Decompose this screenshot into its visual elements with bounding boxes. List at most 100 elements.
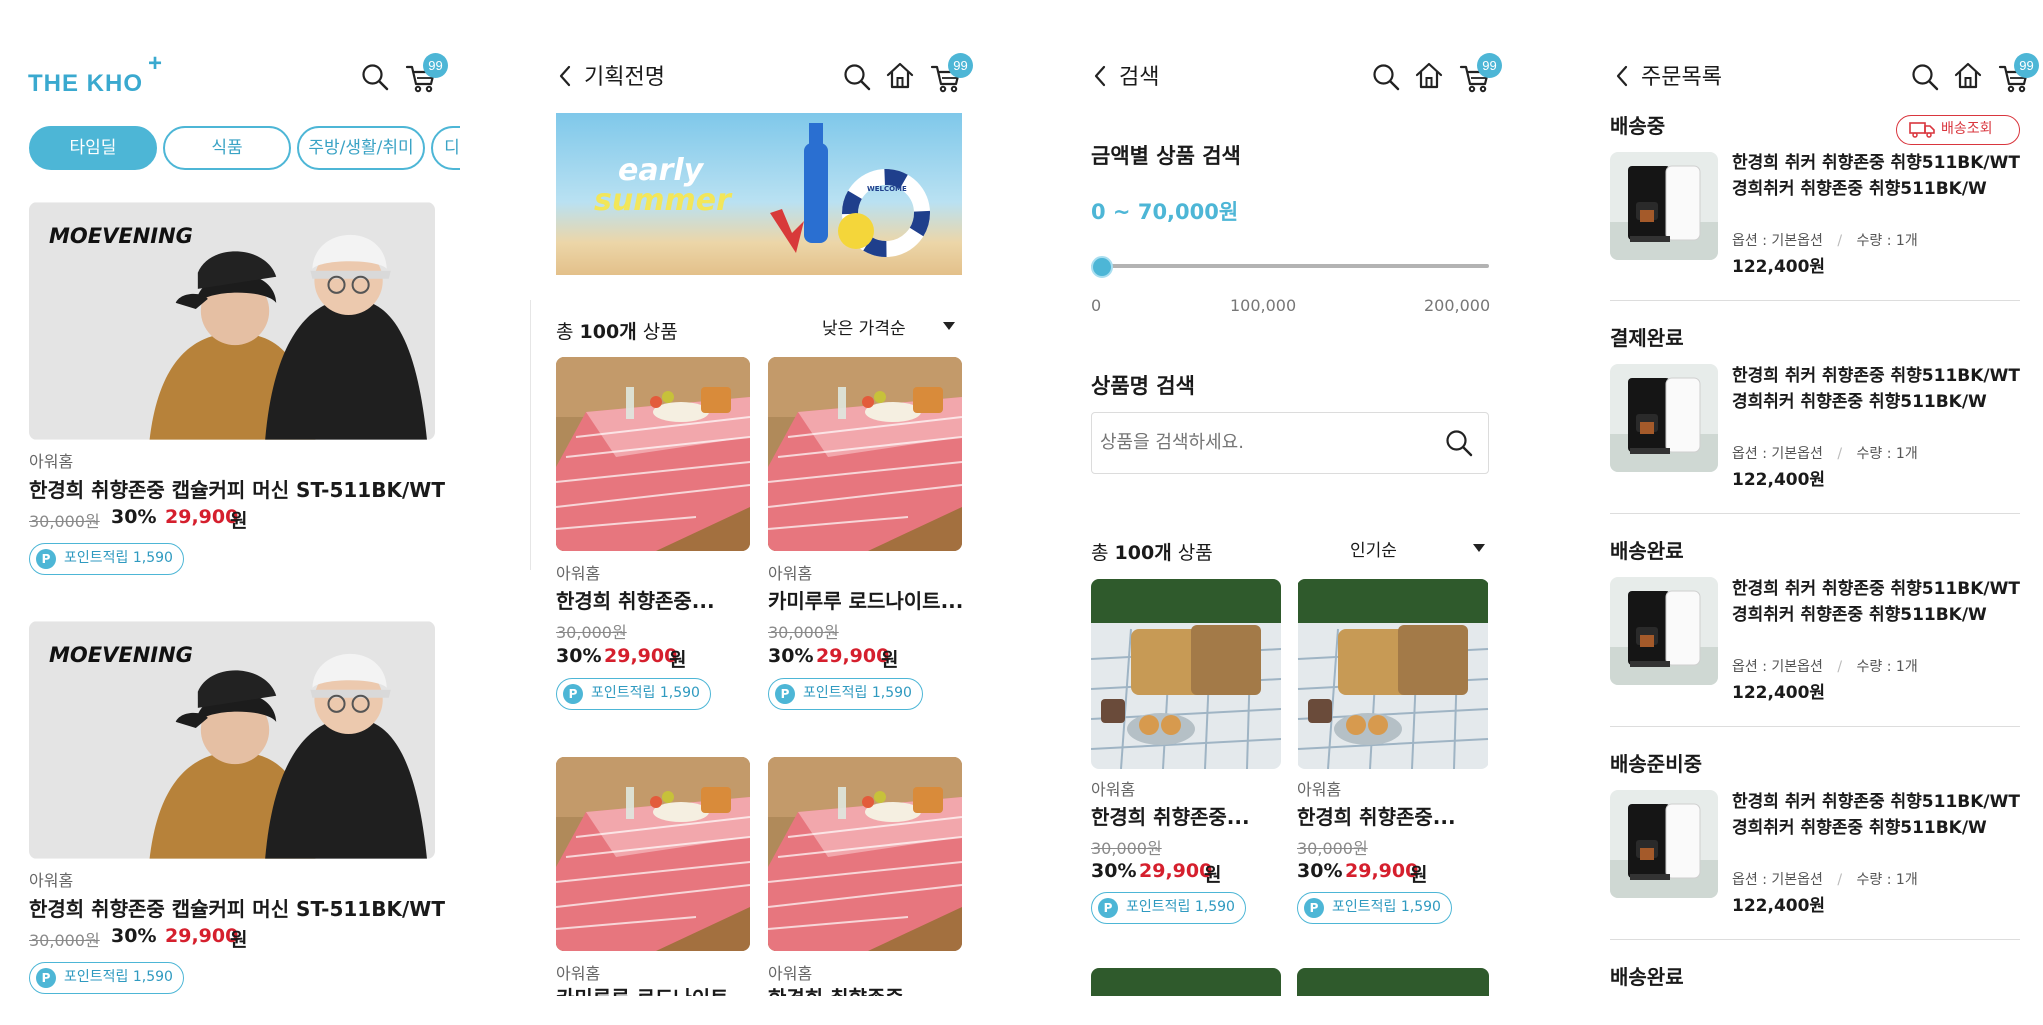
product-brand: 아워홈	[556, 564, 601, 583]
order-product-name[interactable]: 한경희 취커 취향존중 취향511BK/WT경희취커 취향존중 취향511BK/…	[1732, 576, 2022, 628]
order-product-image[interactable]	[1610, 577, 1718, 685]
search-box[interactable]	[1091, 412, 1489, 474]
total-count: 총 100개 상품	[1091, 538, 1213, 565]
banner-brand-text: MOEVENING	[49, 224, 193, 248]
product-name[interactable]: 한경희 취향존중 캡슐커피 머신 ST-511BK/WT	[29, 893, 449, 922]
total-suffix: 상품	[636, 321, 678, 343]
search-icon[interactable]	[1444, 428, 1474, 458]
product-image[interactable]	[556, 757, 750, 951]
cutoff-row: 카미루루 로드나이트 한경희 취향존중	[540, 984, 1000, 996]
product-discount: 30%	[1297, 860, 1343, 882]
caret-down-icon	[942, 321, 956, 331]
product-price-unit: 원	[1410, 864, 1428, 886]
total-prefix: 총	[556, 321, 580, 343]
product-brand: 아워홈	[29, 871, 74, 890]
exhibition-banner[interactable]: early summer WELCOME	[556, 113, 962, 275]
logo[interactable]: THE KHO +	[28, 50, 168, 97]
points-badge: P 포인트적립 1,590	[29, 962, 184, 994]
product-price: 29,900	[165, 506, 239, 528]
chip-food[interactable]: 식품	[163, 126, 291, 170]
product-discount: 30%	[768, 645, 814, 667]
name-section-title: 상품명 검색	[1091, 374, 1195, 398]
home-icon[interactable]	[1414, 61, 1444, 91]
order-divider	[1610, 939, 2020, 940]
product-name[interactable]: 한경희 취향존중	[768, 984, 968, 996]
sort-dropdown[interactable]: 인기순	[1350, 536, 1490, 562]
banner-brand-text: MOEVENING	[49, 643, 193, 667]
points-icon: P	[36, 549, 56, 569]
sort-dropdown[interactable]: 낮은 가격순	[822, 314, 962, 340]
product-original-price: 30,000원	[768, 623, 839, 642]
order-product-name[interactable]: 한경희 취커 취향존중 취향511BK/WT경희취커 취향존중 취향511BK/…	[1732, 789, 2022, 841]
order-status: 배송중	[1610, 114, 1666, 138]
search-input[interactable]	[1100, 413, 1430, 471]
total-count: 총 100개 상품	[556, 317, 678, 344]
home-icon[interactable]	[885, 61, 915, 91]
product-name[interactable]: 한경희 취향존중 캡슐커피 머신 ST-511BK/WT	[29, 474, 449, 503]
product-price-unit: 원	[1204, 864, 1222, 886]
order-product-name[interactable]: 한경희 취커 취향존중 취향511BK/WT경희취커 취향존중 취향511BK/…	[1732, 363, 2022, 415]
slider-handle[interactable]	[1091, 256, 1113, 278]
points-badge: P 포인트적립 1,590	[556, 678, 711, 710]
order-product-name[interactable]: 한경희 취커 취향존중 취향511BK/WT경희취커 취향존중 취향511BK/…	[1732, 150, 2022, 202]
product-image[interactable]	[1297, 579, 1489, 769]
order-product-image[interactable]	[1610, 152, 1718, 260]
order-option-label: 옵션 : 기본옵션	[1732, 233, 1823, 249]
search-icon[interactable]	[1910, 62, 1940, 92]
order-product-image[interactable]	[1610, 364, 1718, 472]
order-price: 122,400원	[1732, 896, 1826, 916]
back-arrow-icon[interactable]	[1615, 64, 1629, 88]
search-icon[interactable]	[1371, 62, 1401, 92]
chip-timedeal[interactable]: 타임딜	[29, 126, 157, 170]
product-discount: 30%	[1091, 860, 1137, 882]
track-delivery-label: 배송조회	[1941, 121, 1993, 137]
chip-kitchen[interactable]: 주방/생활/취미	[297, 126, 425, 170]
option-separator: /	[1837, 872, 1843, 888]
product-image[interactable]: MOEVENING	[29, 621, 435, 859]
product-image[interactable]	[1297, 968, 1489, 996]
order-divider	[1610, 726, 2020, 727]
page-title: 기획전명	[584, 65, 665, 90]
order-product-image[interactable]	[1610, 790, 1718, 898]
order-status: 배송완료	[1610, 539, 1684, 563]
screen-exhibition: 기획전명 99 early summer WELCOME 총 100개 상품 낮…	[540, 0, 1000, 1025]
order-option: 옵션 : 기본옵션 / 수량 : 1개	[1732, 869, 1918, 889]
product-price-unit: 원	[230, 510, 248, 532]
option-separator: /	[1837, 233, 1843, 249]
price-slider[interactable]	[1091, 256, 1489, 278]
product-name[interactable]: 한경희 취향존중...	[1091, 801, 1291, 830]
chip-more[interactable]: 디	[431, 126, 460, 170]
product-name[interactable]: 카미루루 로드나이트...	[768, 585, 968, 614]
logo-text: THE KHO	[28, 70, 143, 97]
product-image[interactable]: MOEVENING	[29, 202, 435, 440]
product-name[interactable]: 한경희 취향존중...	[556, 585, 756, 614]
product-image[interactable]	[1091, 579, 1281, 769]
product-name[interactable]: 카미루루 로드나이트	[556, 984, 756, 996]
product-name[interactable]: 한경희 취향존중...	[1297, 801, 1497, 830]
product-price-unit: 원	[881, 649, 899, 671]
home-icon[interactable]	[1953, 61, 1983, 91]
header: 기획전명 99	[540, 52, 1000, 108]
track-delivery-button[interactable]: 배송조회	[1896, 115, 2020, 145]
product-original-price: 30,000원	[29, 931, 100, 950]
product-image[interactable]	[556, 357, 750, 551]
cart-count-badge: 99	[2014, 53, 2039, 78]
points-badge: P 포인트적립 1,590	[29, 543, 184, 575]
header: THE KHO + 99	[0, 50, 460, 108]
page-title: 검색	[1119, 65, 1160, 90]
product-image[interactable]	[768, 357, 962, 551]
order-price: 122,400원	[1732, 683, 1826, 703]
truck-icon	[1909, 122, 1935, 138]
search-icon[interactable]	[360, 62, 390, 92]
price-section-title: 금액별 상품 검색	[1091, 144, 1241, 168]
points-label: 포인트적립 1,590	[1332, 899, 1441, 915]
product-image[interactable]	[1091, 968, 1281, 996]
back-arrow-icon[interactable]	[558, 64, 572, 88]
product-price-unit: 원	[230, 929, 248, 951]
total-prefix: 총	[1091, 542, 1115, 564]
product-image[interactable]	[768, 757, 962, 951]
product-discount: 30%	[556, 645, 602, 667]
points-label: 포인트적립 1,590	[591, 685, 700, 701]
search-icon[interactable]	[842, 62, 872, 92]
back-arrow-icon[interactable]	[1093, 64, 1107, 88]
